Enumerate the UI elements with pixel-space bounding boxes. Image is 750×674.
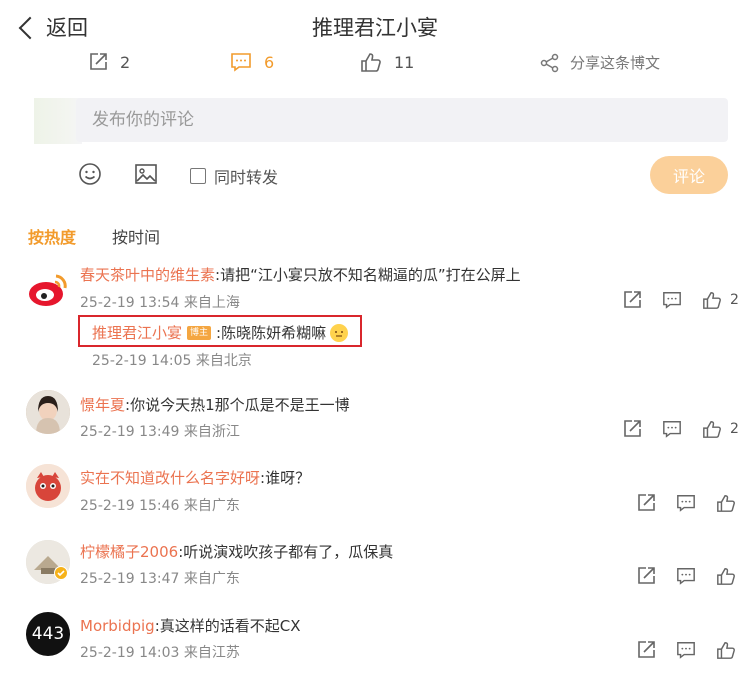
comment-text: :谁呀？: [260, 469, 311, 487]
thumbs-up-icon: [717, 641, 735, 659]
comment-username[interactable]: 憬年夏: [80, 396, 125, 414]
avatar-text: 443: [31, 624, 65, 644]
thumbs-up-icon: [717, 494, 735, 512]
comment-input[interactable]: [76, 98, 692, 142]
comment-actions: 2: [602, 290, 739, 310]
thumbs-up-icon: [703, 291, 721, 309]
verified-badge-icon: [54, 566, 68, 580]
comment-meta: 25-2-19 13:49 来自浙江: [80, 424, 240, 440]
comment-meta: 25-2-19 13:47 来自广东: [80, 571, 240, 587]
repost-count: 2: [120, 52, 131, 72]
comment-icon[interactable]: [662, 419, 682, 439]
repost-icon[interactable]: [636, 566, 656, 586]
emoji-button[interactable]: [78, 162, 102, 186]
comment-count: 6: [264, 52, 275, 72]
sort-tabs: 按热度 按时间: [0, 224, 750, 247]
comment-line: 柠檬橘子2006:听说演戏吹孩子都有了，瓜保真: [80, 541, 393, 562]
header-bar: 返回 推理君江小宴: [0, 0, 750, 52]
comment-actions: 2: [602, 419, 739, 439]
comment-line: 实在不知道改什么名字好呀:谁呀？: [80, 467, 310, 488]
comment-text: :真这样的话看不起CX: [154, 617, 301, 635]
comment-icon[interactable]: [662, 290, 682, 310]
comment-actions: [616, 493, 736, 513]
like-button[interactable]: 11: [360, 52, 414, 72]
like-count: 2: [730, 421, 739, 437]
comment-text: :听说演戏吹孩子都有了，瓜保真: [178, 543, 394, 561]
repost-button[interactable]: 2: [88, 52, 130, 72]
avatar: [26, 464, 70, 508]
thumbs-up-icon: [717, 567, 735, 585]
comment-username[interactable]: 柠檬橘子2006: [80, 543, 178, 561]
like-button[interactable]: 2: [702, 419, 739, 439]
comment-line: Morbidpig:真这样的话看不起CX: [80, 615, 301, 636]
comment-line: 憬年夏:你说今天热1那个瓜是不是王一博: [80, 394, 350, 415]
repost-icon[interactable]: [636, 493, 656, 513]
comment-text: :你说今天热1那个瓜是不是王一博: [125, 396, 350, 414]
reply-username[interactable]: 推理君江小宴: [92, 322, 182, 343]
comment-meta: 25-2-19 13:54 来自上海: [80, 295, 240, 311]
avatar: [26, 390, 70, 434]
repost-icon: [90, 53, 107, 70]
share-button[interactable]: 分享这条博文: [540, 52, 660, 73]
like-button[interactable]: 2: [702, 290, 739, 310]
weibo-logo-icon: [29, 274, 67, 306]
repost-icon[interactable]: [622, 290, 642, 310]
tab-time[interactable]: 按时间: [112, 224, 160, 248]
reply-meta: 25-2-19 14:05 来自北京: [92, 353, 252, 369]
like-button[interactable]: [716, 566, 736, 586]
thumbs-up-icon: [361, 53, 381, 72]
submit-comment-button[interactable]: 评论: [650, 156, 728, 194]
comment-icon[interactable]: [676, 566, 696, 586]
repost-checkbox[interactable]: 同时转发: [190, 164, 278, 188]
compose-tools: 同时转发 评论: [0, 156, 750, 194]
user-avatar: [34, 98, 82, 144]
comment-compose: [0, 98, 750, 144]
image-button[interactable]: [134, 162, 158, 186]
comment-actions: [616, 566, 736, 586]
comment-username[interactable]: Morbidpig: [80, 617, 155, 635]
emoji-icon: [79, 163, 101, 185]
comment-text: :请把“江小宴只放不知名糊逼的瓜”打在公屏上: [215, 266, 521, 284]
comment-icon[interactable]: [676, 640, 696, 660]
tab-hot[interactable]: 按热度: [28, 224, 76, 248]
repost-icon[interactable]: [622, 419, 642, 439]
reply-text: :陈晓陈妍希糊嘛: [216, 324, 327, 342]
comment-icon: [231, 53, 251, 72]
comment-button[interactable]: 6: [230, 52, 274, 72]
thumbs-up-icon: [703, 420, 721, 438]
like-count: 2: [730, 292, 739, 308]
page-title: 推理君江小宴: [312, 16, 438, 40]
comment-meta: 25-2-19 15:46 来自广东: [80, 498, 240, 514]
like-count: 11: [394, 52, 415, 72]
post-actions: 2 6 11 分享这条博文: [0, 52, 750, 76]
avatar: [26, 268, 70, 312]
image-icon: [135, 164, 157, 184]
share-label: 分享这条博文: [570, 54, 661, 72]
avatar: 443: [26, 612, 70, 656]
comment-actions: [616, 640, 736, 660]
comment-username[interactable]: 实在不知道改什么名字好呀: [80, 469, 260, 487]
like-button[interactable]: [716, 493, 736, 513]
checkbox[interactable]: [190, 168, 206, 184]
like-button[interactable]: [716, 640, 736, 660]
emoji-icon: [330, 323, 349, 342]
comment-icon[interactable]: [676, 493, 696, 513]
comment-meta: 25-2-19 14:03 来自江苏: [80, 645, 240, 661]
comment-line: 春天茶叶中的维生素:请把“江小宴只放不知名糊逼的瓜”打在公屏上: [80, 264, 521, 285]
repost-icon[interactable]: [636, 640, 656, 660]
repost-checkbox-label: 同时转发: [214, 168, 279, 187]
comment-input-box[interactable]: [76, 98, 728, 142]
comment-username[interactable]: 春天茶叶中的维生素: [80, 266, 215, 284]
share-icon: [540, 53, 559, 72]
reply-line: 推理君江小宴 博主 :陈晓陈妍希糊嘛: [92, 322, 349, 343]
author-badge: 博主: [187, 325, 212, 340]
